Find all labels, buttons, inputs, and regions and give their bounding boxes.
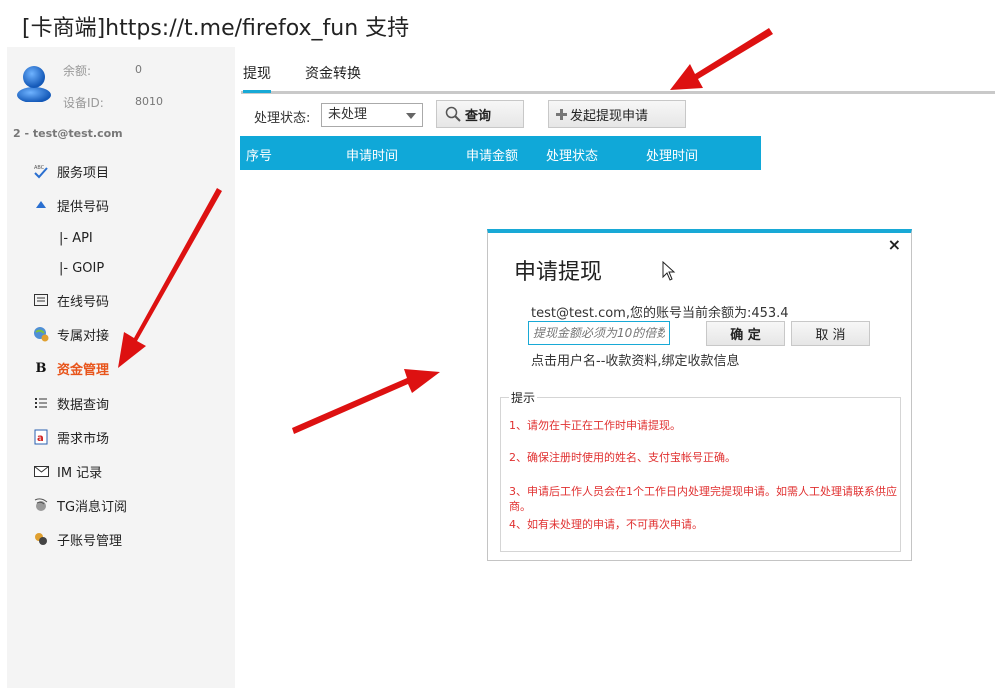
sidebar-item-label: 需求市场 bbox=[57, 431, 110, 447]
query-button-label: 查询 bbox=[465, 108, 492, 124]
balance-label: 余额: bbox=[63, 64, 92, 78]
tab-withdraw[interactable]: 提现 bbox=[243, 63, 271, 93]
user-avatar-icon[interactable] bbox=[15, 62, 53, 102]
triangle-up-icon bbox=[33, 197, 49, 213]
tips-box: 提示 1、请勿在卡正在工作时申请提现。 2、确保注册时使用的姓名、支付宝帐号正确… bbox=[500, 389, 901, 552]
sidebar-item-label: 提供号码 bbox=[57, 199, 110, 215]
column-header[interactable]: 申请金额 bbox=[466, 145, 518, 164]
confirm-button[interactable]: 确 定 bbox=[706, 321, 785, 346]
bold-b-icon: B bbox=[35, 360, 47, 376]
withdraw-amount-input[interactable] bbox=[528, 321, 670, 345]
sidebar-item-label: TG消息订阅 bbox=[57, 499, 128, 515]
svg-text:a: a bbox=[37, 433, 44, 444]
window-title: [卡商端]https://t.me/firefox_fun 支持 bbox=[22, 16, 410, 41]
mail-icon bbox=[33, 463, 49, 479]
device-id-label: 设备ID: bbox=[63, 96, 104, 110]
column-header[interactable]: 申请时间 bbox=[346, 145, 398, 164]
sidebar-item-funds[interactable]: B 资金管理 bbox=[33, 356, 110, 380]
satellite-icon bbox=[33, 497, 49, 513]
column-header[interactable]: 处理状态 bbox=[546, 145, 598, 164]
bind-payment-hint[interactable]: 点击用户名--收款资料,绑定收款信息 bbox=[531, 350, 740, 369]
sidebar-item-service[interactable]: ABC 服务项目 bbox=[33, 159, 109, 183]
tip-item: 2、确保注册时使用的姓名、支付宝帐号正确。 bbox=[509, 451, 736, 464]
chevron-down-icon bbox=[406, 113, 416, 119]
table-header: 序号 申请时间 申请金额 处理状态 处理时间 bbox=[240, 136, 761, 170]
document-icon: a bbox=[33, 429, 49, 445]
account-name[interactable]: 2 - test@test.com bbox=[13, 127, 123, 140]
status-select-value: 未处理 bbox=[328, 107, 368, 122]
sidebar-item-tg[interactable]: TG消息订阅 bbox=[33, 493, 127, 517]
sidebar: 余额: 0 设备ID: 8010 2 - test@test.com ABC 服… bbox=[7, 47, 235, 688]
sidebar-item-goip[interactable]: |- GOIP bbox=[59, 256, 104, 280]
tip-item: 4、如有未处理的申请，不可再次申请。 bbox=[509, 518, 703, 531]
sidebar-item-label: |- API bbox=[59, 230, 93, 246]
search-icon bbox=[445, 106, 461, 122]
arrow-icon bbox=[292, 369, 440, 434]
balance-value: 0 bbox=[135, 63, 142, 76]
sidebar-item-api[interactable]: |- API bbox=[59, 226, 93, 250]
withdraw-dialog: × 申请提现 test@test.com,您的账号当前余额为:453.4 确 定… bbox=[487, 229, 912, 561]
globe-person-icon bbox=[33, 326, 49, 342]
sidebar-item-label: 服务项目 bbox=[57, 165, 110, 181]
cancel-button[interactable]: 取 消 bbox=[791, 321, 870, 346]
sidebar-item-label: 资金管理 bbox=[57, 362, 110, 378]
sidebar-item-online[interactable]: 在线号码 bbox=[33, 288, 109, 312]
query-button[interactable]: 查询 bbox=[436, 100, 524, 128]
sidebar-item-label: IM 记录 bbox=[57, 465, 103, 481]
sidebar-item-im[interactable]: IM 记录 bbox=[33, 459, 102, 483]
apply-withdraw-label: 发起提现申请 bbox=[570, 108, 649, 124]
plus-icon bbox=[556, 108, 567, 120]
tip-item: 1、请勿在卡正在工作时申请提现。 bbox=[509, 419, 681, 432]
sidebar-item-dedicated[interactable]: 专属对接 bbox=[33, 322, 109, 346]
list-icon bbox=[33, 395, 49, 411]
sidebar-item-numbers[interactable]: 提供号码 bbox=[33, 193, 109, 217]
dialog-title: 申请提现 bbox=[514, 260, 603, 285]
abc-check-icon: ABC bbox=[33, 163, 49, 179]
sidebar-item-label: 专属对接 bbox=[57, 328, 110, 344]
column-header[interactable]: 序号 bbox=[246, 145, 272, 164]
device-id-value: 8010 bbox=[135, 95, 163, 108]
sidebar-item-label: 子账号管理 bbox=[57, 533, 123, 549]
sidebar-item-label: |- GOIP bbox=[59, 260, 105, 276]
tab-fund-transfer[interactable]: 资金转换 bbox=[305, 63, 361, 83]
tips-title: 提示 bbox=[509, 389, 538, 406]
apply-withdraw-button[interactable]: 发起提现申请 bbox=[548, 100, 686, 128]
sidebar-item-market[interactable]: a 需求市场 bbox=[33, 425, 109, 449]
sidebar-item-label: 数据查询 bbox=[57, 397, 110, 413]
mouse-cursor-icon bbox=[662, 261, 676, 281]
status-filter-label: 处理状态: bbox=[254, 111, 311, 126]
sidebar-item-label: 在线号码 bbox=[57, 294, 110, 310]
status-select[interactable]: 未处理 bbox=[321, 103, 423, 127]
tip-item: 3、申请后工作人员会在1个工作日内处理完提现申请。如需人工处理请联系供应商。 bbox=[509, 485, 897, 513]
sidebar-item-data-query[interactable]: 数据查询 bbox=[33, 391, 109, 415]
account-balance-text: test@test.com,您的账号当前余额为:453.4 bbox=[531, 306, 789, 321]
list-box-icon bbox=[33, 292, 49, 308]
close-icon[interactable]: × bbox=[888, 235, 901, 254]
tab-bar: 提现 资金转换 bbox=[241, 60, 995, 94]
svg-text:ABC: ABC bbox=[34, 165, 45, 171]
sidebar-item-subaccount[interactable]: 子账号管理 bbox=[33, 527, 122, 551]
column-header[interactable]: 处理时间 bbox=[646, 145, 698, 164]
users-icon bbox=[33, 531, 49, 547]
